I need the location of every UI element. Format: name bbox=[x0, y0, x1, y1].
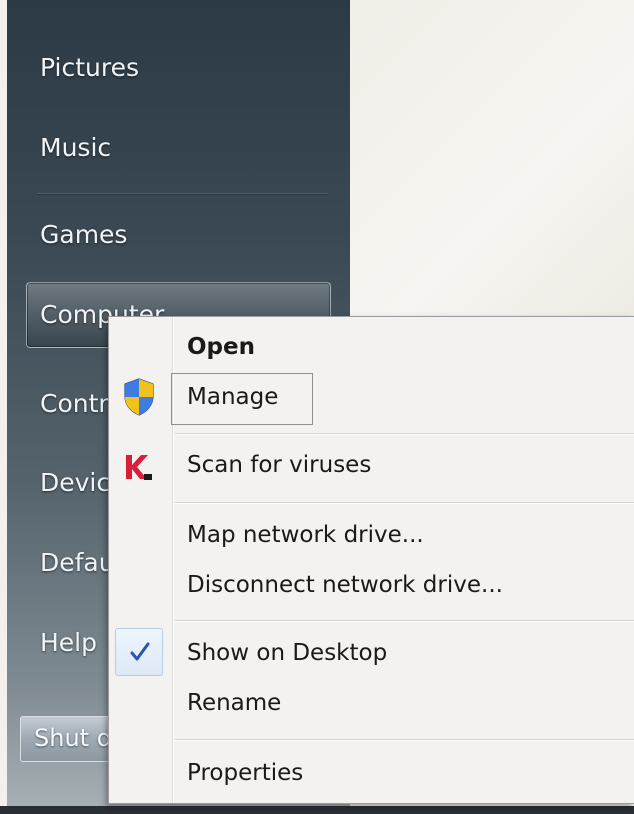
desktop-background bbox=[350, 0, 634, 320]
taskbar-edge bbox=[0, 806, 634, 814]
menu-separator bbox=[175, 739, 634, 740]
menu-item-properties[interactable]: Properties bbox=[187, 759, 303, 787]
start-item-control-panel[interactable]: Contr bbox=[40, 389, 109, 419]
menu-item-manage[interactable]: Manage bbox=[187, 383, 278, 411]
computer-context-menu: Open Manage Scan for viruses Map network… bbox=[108, 316, 634, 804]
menu-item-show-on-desktop[interactable]: Show on Desktop bbox=[187, 639, 387, 667]
start-item-pictures[interactable]: Pictures bbox=[40, 53, 139, 83]
show-on-desktop-check-frame bbox=[115, 628, 163, 676]
menu-separator bbox=[175, 502, 634, 503]
menu-separator bbox=[175, 620, 634, 621]
start-item-help[interactable]: Help bbox=[40, 628, 97, 658]
menu-item-disconnect-network-drive[interactable]: Disconnect network drive... bbox=[187, 571, 503, 599]
menu-item-map-network-drive[interactable]: Map network drive... bbox=[187, 521, 424, 549]
start-item-games[interactable]: Games bbox=[40, 220, 127, 250]
menu-item-scan-for-viruses[interactable]: Scan for viruses bbox=[187, 451, 371, 479]
start-item-devices[interactable]: Devic bbox=[40, 468, 110, 498]
kaspersky-icon bbox=[123, 451, 155, 487]
checkmark-icon bbox=[129, 641, 151, 667]
start-item-music[interactable]: Music bbox=[40, 133, 111, 163]
menu-item-rename[interactable]: Rename bbox=[187, 689, 281, 717]
menu-separator bbox=[175, 433, 634, 434]
start-menu-separator bbox=[38, 193, 328, 194]
shutdown-label: Shut d bbox=[34, 724, 112, 752]
start-item-default-programs[interactable]: Defau bbox=[40, 548, 115, 578]
uac-shield-icon bbox=[122, 377, 156, 421]
menu-item-open[interactable]: Open bbox=[187, 333, 255, 361]
